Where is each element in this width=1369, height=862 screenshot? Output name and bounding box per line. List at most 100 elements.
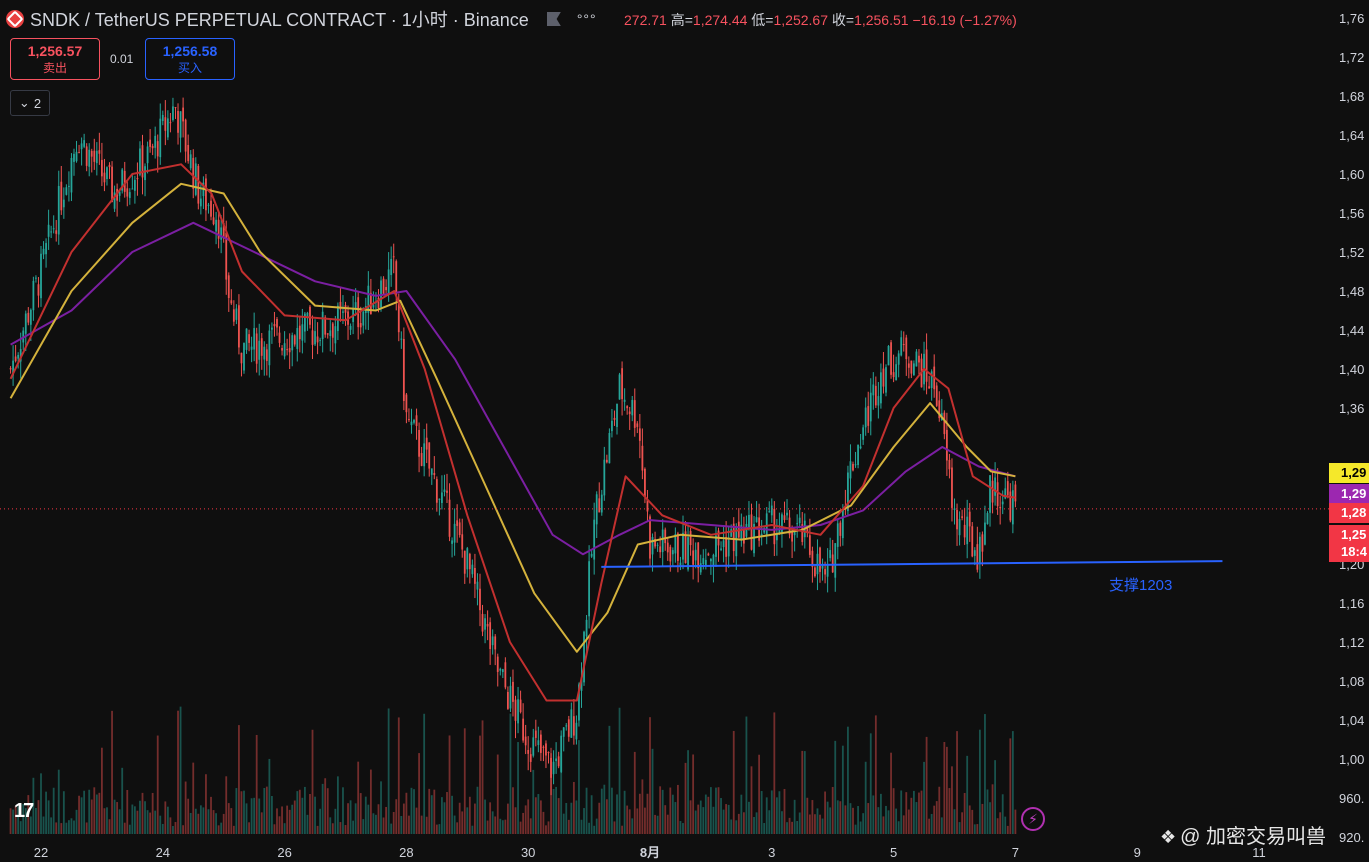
volume-bar: [255, 734, 258, 834]
candle-body: [626, 406, 629, 409]
candle-body: [461, 534, 464, 550]
more-options-icon[interactable]: °°°: [577, 11, 597, 27]
candle-body: [552, 761, 555, 775]
candle-body: [159, 118, 162, 158]
candle-body: [199, 198, 202, 207]
volume-bar: [760, 791, 763, 834]
buy-button[interactable]: 1,256.58 买入: [145, 38, 235, 80]
flash-icon[interactable]: ⚡: [1021, 807, 1045, 831]
volume-bar: [65, 822, 68, 834]
volume-bar: [347, 803, 349, 834]
candle-body: [321, 311, 324, 340]
volume-bar: [750, 766, 753, 834]
volume-bar: [88, 789, 91, 834]
volume-bar: [354, 803, 357, 834]
price-axis-tag: 1,29: [1329, 483, 1369, 504]
candle-body: [841, 509, 844, 539]
volume-bar: [496, 754, 499, 834]
volume-bar: [968, 805, 971, 834]
volume-bar: [986, 789, 989, 834]
volume-bar: [230, 808, 233, 834]
volume-bar: [260, 812, 263, 834]
candle-body: [161, 114, 164, 121]
volume-bar: [415, 807, 418, 834]
volume-bar: [250, 798, 253, 834]
volume-bar: [598, 802, 601, 834]
candle-body: [618, 374, 621, 400]
candle-body: [745, 523, 748, 537]
candle-body: [474, 567, 476, 584]
candle-body: [250, 346, 253, 350]
volume-bar: [798, 812, 801, 834]
y-tick-label: 1,72: [1339, 50, 1364, 65]
x-tick-label: 28: [399, 845, 413, 860]
candle-body: [253, 328, 256, 350]
volume-bar: [608, 725, 611, 834]
indicators-collapse-button[interactable]: ⌄ 2: [10, 90, 50, 116]
volume-bar: [628, 809, 631, 834]
volume-bar: [638, 793, 641, 834]
candle-body: [821, 565, 824, 569]
candle-body: [623, 399, 626, 402]
candle-body: [9, 368, 12, 370]
volume-bar: [786, 822, 788, 834]
volume-bar: [770, 790, 773, 834]
sell-price: 1,256.57: [27, 43, 83, 59]
volume-bar: [57, 769, 60, 834]
tradingview-logo-icon[interactable]: 17: [14, 800, 34, 823]
flag-icon[interactable]: [546, 12, 561, 26]
volume-bar: [413, 789, 415, 834]
candle-body: [471, 564, 474, 575]
price-chart[interactable]: 1,76 1,72 1,68 1,64 1,60 1,56 1,52 1,48 1,44 1,40…: [0, 0, 1369, 862]
volume-bar: [570, 802, 573, 834]
volume-bar: [966, 755, 969, 834]
volume-bar: [740, 794, 743, 834]
volume-bar: [864, 761, 867, 834]
symbol-title: SNDK / TetherUS PERPETUAL CONTRACT · 1小时…: [30, 10, 529, 30]
candle-body: [286, 349, 289, 351]
candle-body: [476, 581, 479, 590]
volume-bar: [243, 790, 245, 834]
symbol-title-bar[interactable]: SNDK / TetherUS PERPETUAL CONTRACT · 1小时…: [6, 6, 601, 32]
candle-body: [481, 613, 484, 632]
candle-body: [529, 754, 532, 762]
candle-body: [108, 164, 111, 168]
sell-button[interactable]: 1,256.57 卖出: [10, 38, 100, 80]
volume-bar: [555, 786, 558, 834]
volume-bar: [283, 823, 286, 834]
volume-bar: [532, 769, 535, 834]
candle-body: [677, 533, 679, 561]
volume-bar: [240, 791, 243, 834]
volume-bar: [697, 804, 700, 834]
volume-bar: [880, 793, 882, 834]
volume-bar: [801, 750, 804, 834]
candle-body: [702, 558, 705, 564]
volume-bar: [971, 809, 974, 834]
candle-body: [174, 107, 177, 109]
volume-bar: [369, 769, 372, 834]
volume-bar: [62, 791, 65, 834]
candle-body: [131, 188, 134, 190]
ohlc-low-value: 1,252.67: [773, 12, 828, 28]
volume-bar: [781, 811, 783, 834]
candle-body: [834, 543, 837, 578]
candle-body: [385, 287, 387, 291]
volume-bar: [463, 728, 466, 834]
candle-body: [641, 445, 644, 471]
volume-bar: [902, 815, 905, 834]
candle-body: [603, 459, 606, 496]
volume-bar: [545, 825, 547, 834]
candle-body: [146, 146, 149, 164]
volume-bar: [806, 797, 809, 834]
candle-body: [144, 166, 146, 181]
candle-body: [57, 186, 60, 235]
volume-bar: [803, 751, 806, 834]
volume-bar: [418, 753, 420, 834]
candle-body: [849, 461, 852, 479]
volume-bar: [435, 824, 438, 834]
volume-bar: [151, 792, 154, 834]
candle-body: [458, 522, 461, 536]
volume-bar: [111, 710, 113, 834]
candle-body: [354, 302, 357, 309]
volume-bar: [192, 762, 195, 834]
